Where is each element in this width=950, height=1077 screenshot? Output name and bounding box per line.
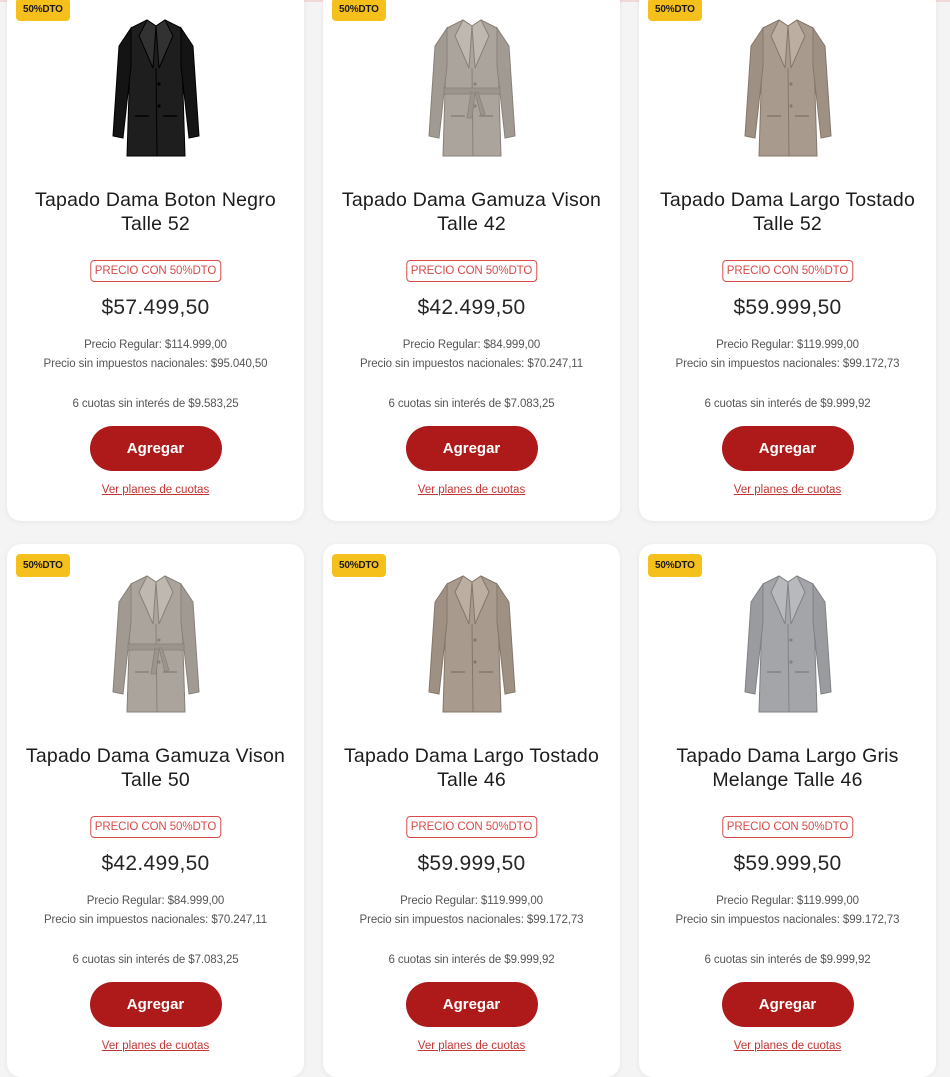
add-to-cart-button[interactable]: Agregar	[721, 982, 854, 1027]
product-image[interactable]	[7, 562, 304, 722]
no-tax-price: Precio sin impuestos nacionales: $70.247…	[359, 358, 584, 370]
installments-info: 6 cuotas sin interés de $9.999,92	[388, 954, 555, 966]
product-image[interactable]	[7, 6, 304, 166]
installment-plans-link[interactable]: Ver planes de cuotas	[323, 1040, 620, 1052]
no-tax-price: Precio sin impuestos nacionales: $99.172…	[675, 358, 900, 370]
product-title[interactable]: Tapado Dama Largo Tostado Talle 52	[647, 188, 928, 236]
product-image[interactable]	[639, 562, 936, 722]
add-to-cart-button[interactable]: Agregar	[405, 426, 538, 471]
promo-tag: PRECIO CON 50%DTO	[89, 260, 222, 282]
sale-price: $59.999,50	[417, 852, 526, 875]
add-to-cart-button[interactable]: Agregar	[405, 982, 538, 1027]
promo-tag: PRECIO CON 50%DTO	[405, 260, 538, 282]
sale-price: $42.499,50	[101, 852, 210, 875]
product-image[interactable]	[323, 562, 620, 722]
promo-tag: PRECIO CON 50%DTO	[405, 816, 538, 838]
regular-price: Precio Regular: $119.999,00	[716, 895, 859, 907]
installment-plans-link[interactable]: Ver planes de cuotas	[639, 484, 936, 496]
product-card: 50%DTO Tapado Dama Boton Negro Talle 52 …	[7, 0, 304, 521]
product-card: 50%DTO Tapado Dama Largo Tostado Talle 4…	[323, 544, 620, 1077]
installments-info: 6 cuotas sin interés de $7.083,25	[388, 398, 555, 410]
installments-info: 6 cuotas sin interés de $9.999,92	[704, 398, 871, 410]
no-tax-price: Precio sin impuestos nacionales: $99.172…	[359, 914, 584, 926]
no-tax-price: Precio sin impuestos nacionales: $70.247…	[43, 914, 268, 926]
product-card: 50%DTO Tapado Dama Gamuza Vison Talle 50…	[7, 544, 304, 1077]
sale-price: $42.499,50	[417, 296, 526, 319]
product-title[interactable]: Tapado Dama Gamuza Vison Talle 42	[331, 188, 612, 236]
product-image[interactable]	[323, 6, 620, 166]
product-title[interactable]: Tapado Dama Boton Negro Talle 52	[15, 188, 296, 236]
regular-price: Precio Regular: $84.999,00	[86, 895, 225, 907]
regular-price: Precio Regular: $114.999,00	[84, 339, 227, 351]
add-to-cart-button[interactable]: Agregar	[89, 982, 222, 1027]
product-card: 50%DTO Tapado Dama Largo Tostado Talle 5…	[639, 0, 936, 521]
installments-info: 6 cuotas sin interés de $9.999,92	[704, 954, 871, 966]
regular-price: Precio Regular: $119.999,00	[400, 895, 543, 907]
add-to-cart-button[interactable]: Agregar	[89, 426, 222, 471]
product-title[interactable]: Tapado Dama Largo Gris Melange Talle 46	[647, 744, 928, 792]
product-card: 50%DTO Tapado Dama Gamuza Vison Talle 42…	[323, 0, 620, 521]
no-tax-price: Precio sin impuestos nacionales: $95.040…	[43, 358, 268, 370]
promo-tag: PRECIO CON 50%DTO	[721, 816, 854, 838]
sale-price: $59.999,50	[733, 852, 842, 875]
regular-price: Precio Regular: $119.999,00	[716, 339, 859, 351]
product-card: 50%DTO Tapado Dama Largo Gris Melange Ta…	[639, 544, 936, 1077]
promo-tag: PRECIO CON 50%DTO	[721, 260, 854, 282]
product-image[interactable]	[639, 6, 936, 166]
installment-plans-link[interactable]: Ver planes de cuotas	[7, 484, 304, 496]
sale-price: $57.499,50	[101, 296, 210, 319]
installment-plans-link[interactable]: Ver planes de cuotas	[323, 484, 620, 496]
installment-plans-link[interactable]: Ver planes de cuotas	[639, 1040, 936, 1052]
product-grid: 50%DTO Tapado Dama Boton Negro Talle 52 …	[7, 0, 936, 1077]
product-title[interactable]: Tapado Dama Largo Tostado Talle 46	[331, 744, 612, 792]
installment-plans-link[interactable]: Ver planes de cuotas	[7, 1040, 304, 1052]
regular-price: Precio Regular: $84.999,00	[402, 339, 541, 351]
installments-info: 6 cuotas sin interés de $7.083,25	[72, 954, 239, 966]
sale-price: $59.999,50	[733, 296, 842, 319]
installments-info: 6 cuotas sin interés de $9.583,25	[72, 398, 239, 410]
add-to-cart-button[interactable]: Agregar	[721, 426, 854, 471]
product-title[interactable]: Tapado Dama Gamuza Vison Talle 50	[15, 744, 296, 792]
promo-tag: PRECIO CON 50%DTO	[89, 816, 222, 838]
no-tax-price: Precio sin impuestos nacionales: $99.172…	[675, 914, 900, 926]
